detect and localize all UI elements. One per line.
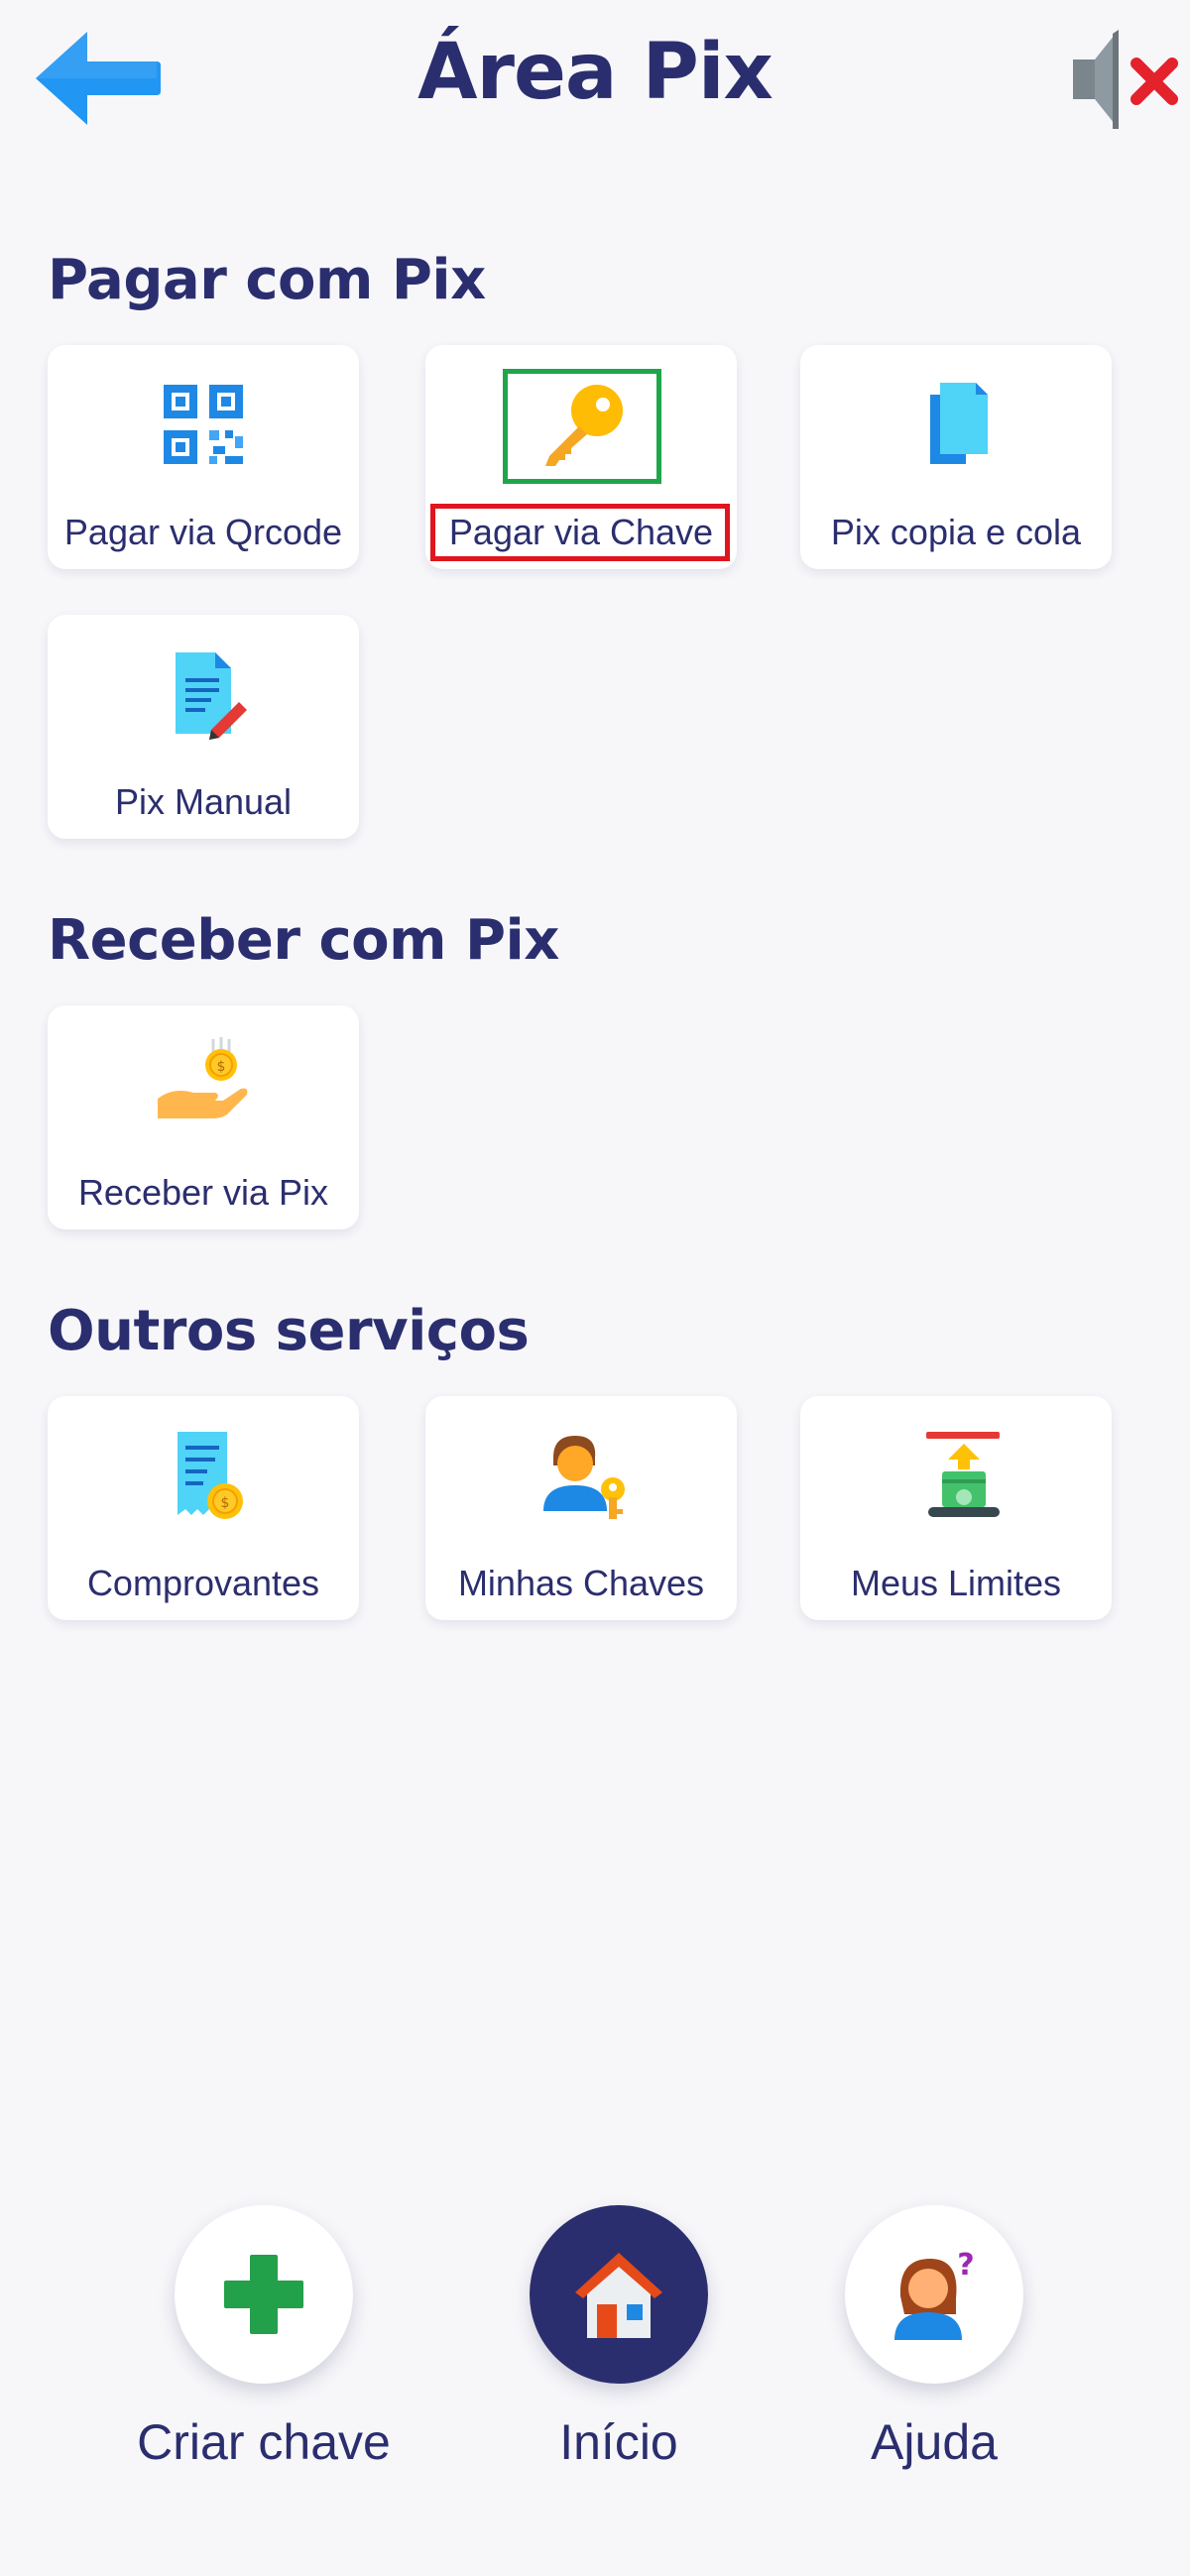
hand-coin-icon: $	[158, 1037, 248, 1118]
card-label: Pix copia e cola	[830, 512, 1082, 552]
card-label: Minhas Chaves	[457, 1563, 705, 1603]
card-label: Comprovantes	[86, 1563, 320, 1603]
card-meus-limites[interactable]: Meus Limites	[800, 1396, 1112, 1620]
nav-label: Início	[559, 2414, 678, 2470]
speaker-muted-icon	[1073, 30, 1178, 129]
nav-inicio[interactable]: Início	[460, 2205, 777, 2503]
section-title-receber: Receber com Pix	[48, 908, 559, 973]
section-title-outros: Outros serviços	[48, 1299, 530, 1363]
plus-icon	[224, 2255, 303, 2334]
card-label: Pagar via Qrcode	[63, 512, 343, 552]
card-pix-manual[interactable]: Pix Manual	[48, 615, 359, 839]
section-title-pagar: Pagar com Pix	[48, 248, 486, 312]
svg-text:?: ?	[957, 2248, 974, 2283]
svg-text:$: $	[217, 1059, 226, 1075]
card-minhas-chaves[interactable]: Minhas Chaves	[425, 1396, 737, 1620]
copy-document-icon	[930, 383, 988, 464]
help-person-icon: ?	[894, 2248, 975, 2340]
nav-label: Ajuda	[871, 2414, 998, 2470]
header: Área Pix	[0, 0, 1190, 159]
document-edit-icon	[176, 652, 247, 740]
nav-label: Criar chave	[137, 2414, 391, 2470]
card-label: Receber via Pix	[77, 1172, 329, 1213]
card-pagar-qrcode[interactable]: Pagar via Qrcode	[48, 345, 359, 569]
svg-text:$: $	[221, 1495, 230, 1511]
nav-criar-chave[interactable]: Criar chave	[105, 2205, 422, 2503]
sound-toggle-button[interactable]	[1061, 24, 1186, 135]
card-comprovantes[interactable]: $ Comprovantes	[48, 1396, 359, 1620]
home-icon	[575, 2253, 662, 2338]
highlight-box-label	[430, 504, 730, 561]
card-label: Meus Limites	[850, 1563, 1062, 1603]
receipt-icon: $	[178, 1432, 243, 1519]
limits-icon	[926, 1432, 1000, 1517]
nav-button-circle[interactable]: ?	[845, 2205, 1023, 2384]
qrcode-icon	[164, 385, 243, 464]
nav-button-circle[interactable]	[530, 2205, 708, 2384]
card-label: Pix Manual	[114, 781, 293, 822]
nav-ajuda[interactable]: ? Ajuda	[775, 2205, 1093, 2503]
card-receber-pix[interactable]: $ Receber via Pix	[48, 1005, 359, 1229]
user-key-icon	[543, 1436, 625, 1519]
card-pix-copia-cola[interactable]: Pix copia e cola	[800, 345, 1112, 569]
page-title: Área Pix	[417, 28, 774, 117]
nav-button-circle[interactable]	[175, 2205, 353, 2384]
highlight-box-icon	[503, 369, 661, 484]
